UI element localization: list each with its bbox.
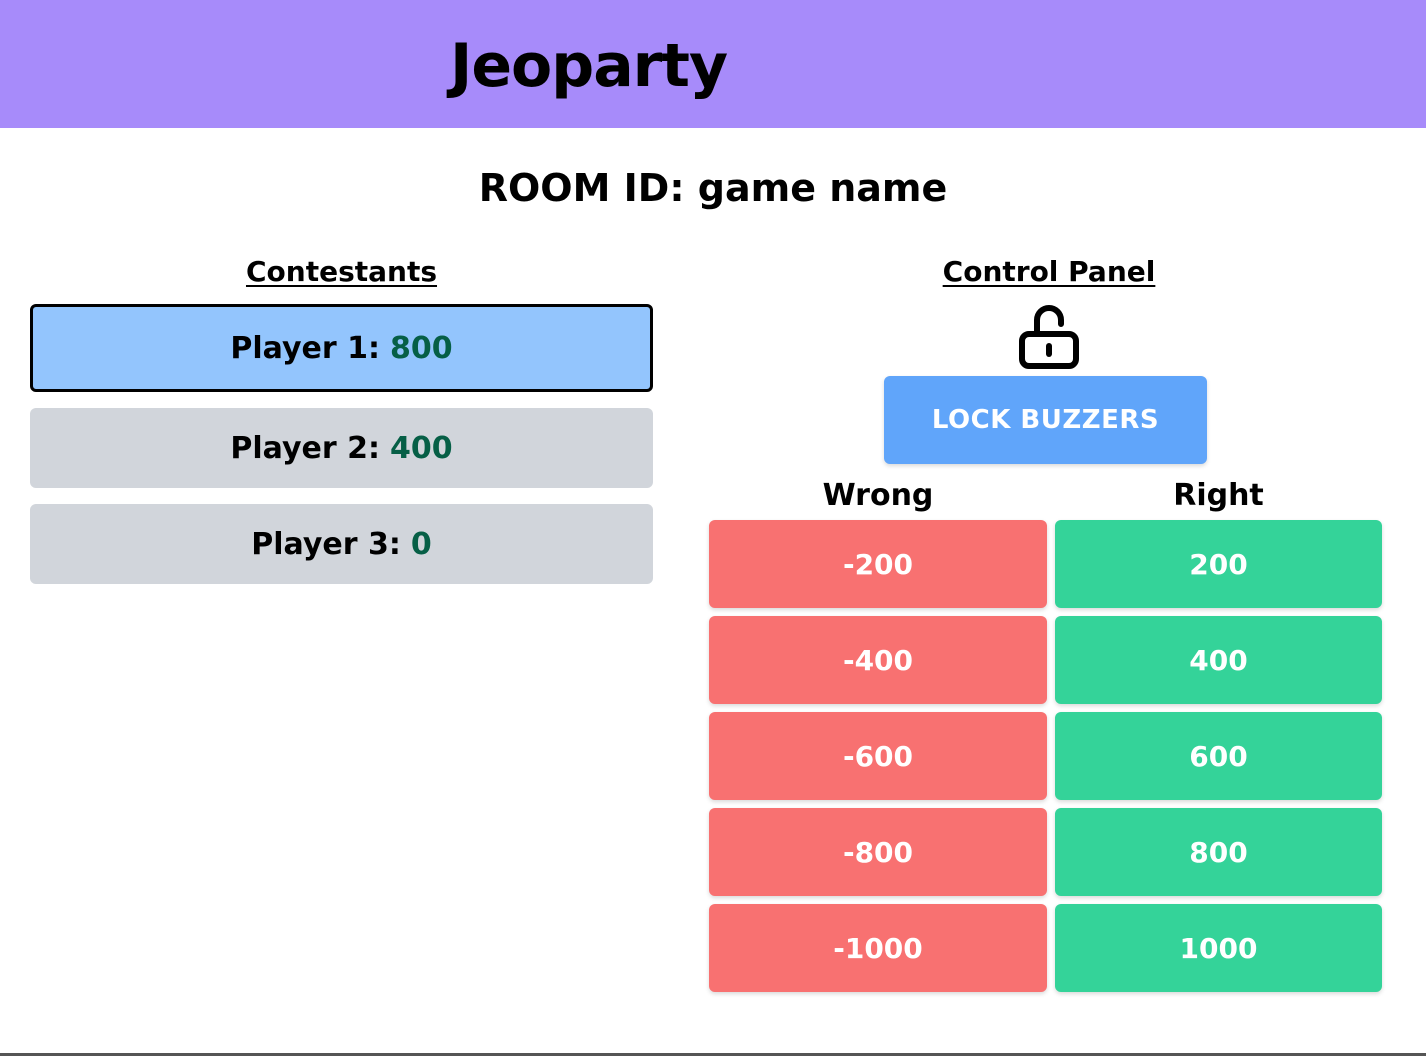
player-score: 400 [389, 430, 453, 466]
right-200-button[interactable]: 200 [1055, 520, 1382, 608]
app-header: Jeoparty [0, 0, 1426, 128]
wrong-1000-button[interactable]: -1000 [709, 904, 1047, 992]
contestants-title: Contestants [245, 255, 438, 288]
wrong-200-button[interactable]: -200 [709, 520, 1047, 608]
app-title: Jeoparty [450, 31, 728, 101]
player-name: Player 3: [251, 526, 401, 562]
right-800-button[interactable]: 800 [1055, 808, 1382, 896]
right-1000-button[interactable]: 1000 [1055, 904, 1382, 992]
player-score: 0 [410, 526, 432, 562]
player-name: Player 2: [230, 430, 380, 466]
right-400-button[interactable]: 400 [1055, 616, 1382, 704]
player-card-1[interactable]: Player 1: 800 [30, 304, 653, 392]
right-600-button[interactable]: 600 [1055, 712, 1382, 800]
player-card-3[interactable]: Player 3: 0 [30, 504, 653, 584]
player-score: 800 [389, 330, 453, 366]
page: Jeoparty ROOM ID: game name Contestants … [0, 0, 1426, 1056]
lock-buzzers-button[interactable]: LOCK BUZZERS [884, 376, 1207, 464]
right-column-label: Right [1173, 478, 1264, 513]
wrong-column-label: Wrong [822, 478, 934, 513]
unlocked-padlock-icon [1019, 305, 1079, 369]
control-panel-title: Control Panel [942, 255, 1156, 288]
wrong-600-button[interactable]: -600 [709, 712, 1047, 800]
wrong-400-button[interactable]: -400 [709, 616, 1047, 704]
room-id-heading: ROOM ID: game name [478, 166, 948, 210]
wrong-800-button[interactable]: -800 [709, 808, 1047, 896]
player-name: Player 1: [230, 330, 380, 366]
player-card-2[interactable]: Player 2: 400 [30, 408, 653, 488]
